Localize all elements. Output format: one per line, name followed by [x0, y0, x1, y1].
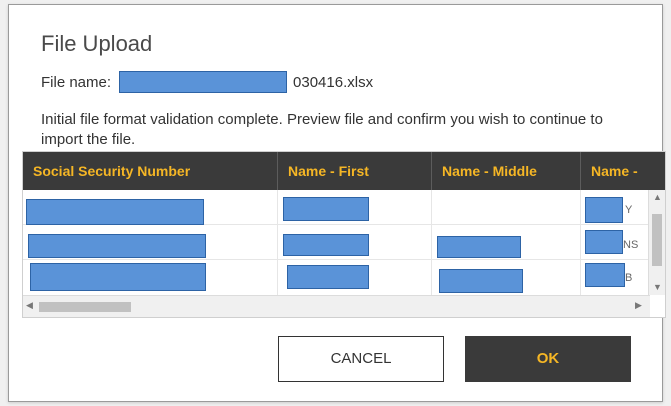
table-cell [278, 190, 432, 224]
cancel-button[interactable]: CANCEL [278, 336, 444, 382]
validation-message: Initial file format validation complete.… [41, 111, 603, 148]
horizontal-scroll-thumb[interactable] [39, 302, 131, 312]
table-cell [278, 225, 432, 259]
scroll-left-icon[interactable]: ◀ [26, 300, 33, 311]
column-header-first-name[interactable]: Name - First [278, 152, 432, 190]
table-cell [23, 260, 278, 295]
scroll-up-icon[interactable]: ▲ [653, 192, 662, 202]
redacted-value [30, 263, 206, 291]
table-cell: NS [581, 225, 650, 259]
file-name-row: File name: 030416.xlsx [41, 71, 373, 93]
redacted-file-name [119, 71, 288, 93]
grid-header: Social Security Number Name - First Name… [23, 152, 665, 190]
partial-cell-text: Y [625, 204, 633, 216]
table-cell [432, 260, 581, 295]
table-row[interactable]: B [23, 260, 665, 295]
redacted-value [283, 234, 369, 256]
table-cell [432, 190, 581, 224]
redacted-value [585, 230, 623, 254]
table-cell [23, 190, 278, 225]
table-cell [432, 225, 581, 259]
redacted-value [585, 197, 623, 223]
redacted-value [585, 263, 625, 287]
redacted-value [26, 199, 204, 225]
file-name-suffix: 030416.xlsx [293, 73, 374, 91]
redacted-value [283, 197, 369, 221]
partial-cell-text: NS [623, 239, 639, 251]
horizontal-scrollbar[interactable]: ◀ ▶ [23, 295, 650, 317]
ok-button[interactable]: OK [465, 336, 631, 382]
table-cell [278, 260, 432, 295]
grid-body: Y NS B [23, 190, 665, 295]
file-upload-dialog: File Upload File name: 030416.xlsx Initi… [8, 4, 666, 402]
redacted-value [439, 269, 523, 293]
table-row[interactable]: NS [23, 225, 665, 260]
table-cell: Y [581, 190, 650, 224]
column-header-name-partial[interactable]: Name - [581, 152, 665, 190]
table-row[interactable]: Y [23, 190, 665, 225]
column-header-ssn[interactable]: Social Security Number [23, 152, 278, 190]
file-name-label: File name: [41, 73, 112, 91]
table-cell: B [581, 260, 650, 295]
partial-cell-text: B [625, 272, 633, 284]
redacted-value [287, 265, 369, 289]
preview-grid[interactable]: Social Security Number Name - First Name… [22, 151, 666, 318]
dialog-title: File Upload [41, 31, 153, 56]
vertical-scroll-thumb[interactable] [652, 214, 662, 266]
redacted-value [437, 236, 521, 258]
scroll-down-icon[interactable]: ▼ [653, 282, 662, 292]
table-cell [23, 225, 278, 259]
scroll-right-icon[interactable]: ▶ [635, 300, 642, 311]
redacted-value [28, 234, 206, 258]
column-header-middle-name[interactable]: Name - Middle [432, 152, 581, 190]
vertical-scrollbar[interactable]: ▲ ▼ [648, 190, 665, 295]
